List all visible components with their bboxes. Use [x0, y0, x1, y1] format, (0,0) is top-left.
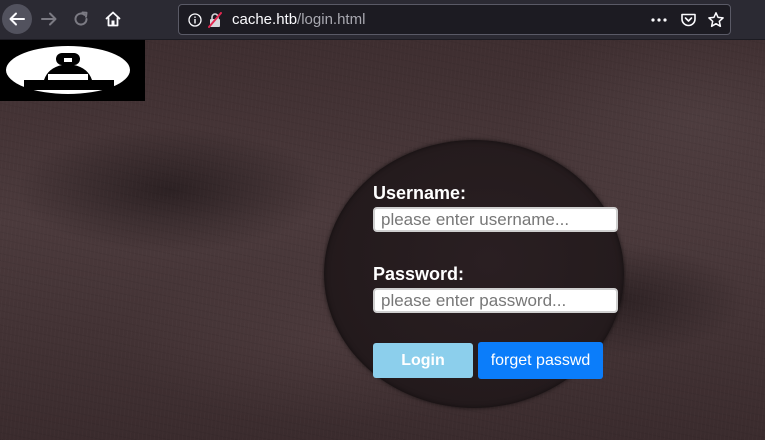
- username-input[interactable]: [373, 207, 618, 232]
- home-button[interactable]: [98, 4, 128, 34]
- forward-button[interactable]: [34, 4, 64, 34]
- reload-button[interactable]: [66, 4, 96, 34]
- page-content: Username: Password: Login forget passwd: [0, 40, 765, 440]
- site-logo: [0, 40, 145, 101]
- username-label: Username:: [373, 183, 467, 203]
- pocket-icon[interactable]: [680, 12, 697, 28]
- password-input[interactable]: [373, 288, 618, 313]
- forget-password-button[interactable]: forget passwd: [478, 342, 603, 379]
- url-text[interactable]: cache.htb/login.html: [232, 11, 365, 29]
- password-label: Password:: [373, 264, 465, 284]
- back-button[interactable]: [2, 4, 32, 34]
- star-icon[interactable]: [707, 11, 725, 29]
- insecure-connection-icon[interactable]: [207, 12, 223, 28]
- forward-arrow-icon: [41, 12, 57, 26]
- home-icon: [105, 11, 121, 27]
- reload-icon: [74, 11, 88, 26]
- back-arrow-icon: [9, 12, 25, 26]
- login-button[interactable]: Login: [373, 343, 473, 378]
- info-icon[interactable]: [188, 13, 202, 27]
- url-host: cache.htb: [232, 11, 298, 28]
- more-dots-icon[interactable]: [651, 18, 667, 22]
- url-path: /login.html: [297, 11, 366, 28]
- browser-toolbar: cache.htb/login.html: [0, 0, 765, 40]
- url-bar[interactable]: cache.htb/login.html: [178, 4, 731, 35]
- logo-icon: [6, 46, 130, 94]
